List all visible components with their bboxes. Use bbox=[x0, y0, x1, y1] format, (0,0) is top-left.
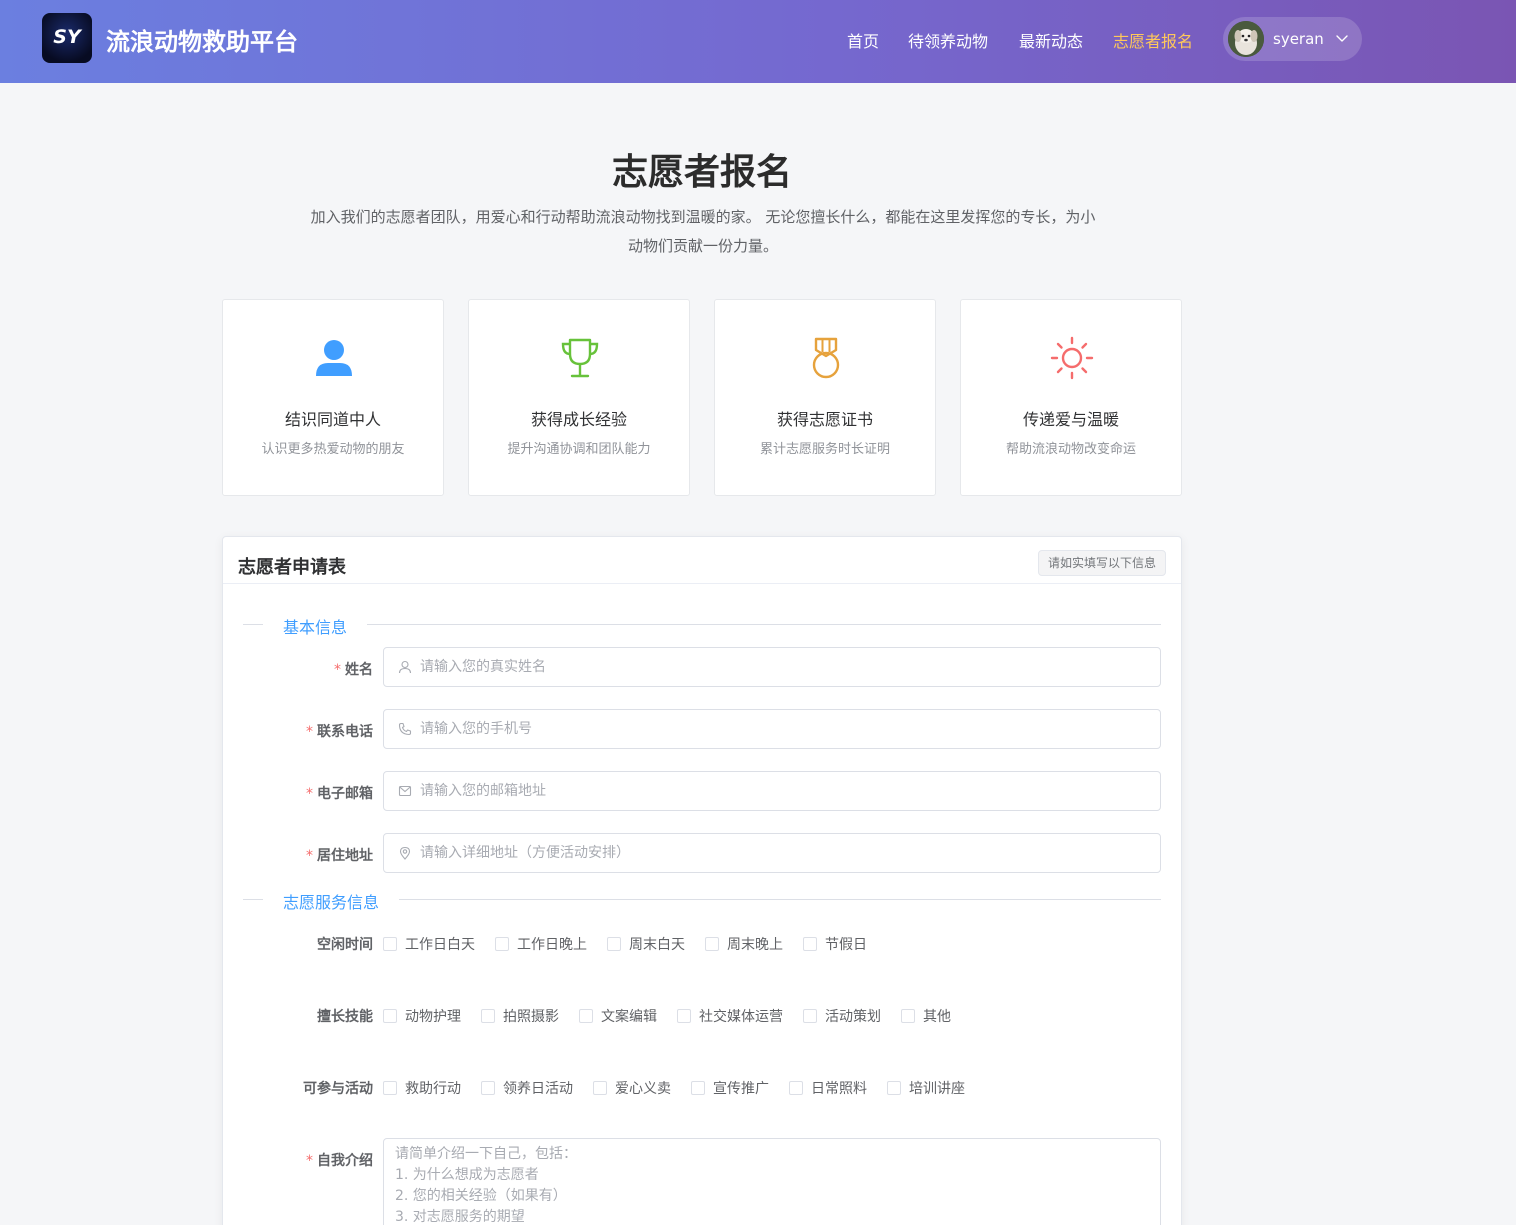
free-time-option[interactable]: 周末晚上 bbox=[705, 934, 783, 954]
sunny-icon bbox=[1050, 336, 1094, 380]
feature-desc: 提升沟通协调和团队能力 bbox=[507, 442, 651, 457]
activity-option[interactable]: 救助行动 bbox=[383, 1078, 461, 1098]
free-time-option[interactable]: 周末白天 bbox=[607, 934, 685, 954]
logo[interactable]: SY bbox=[42, 13, 92, 63]
self-intro-field[interactable] bbox=[383, 1138, 1161, 1225]
self-intro-textarea[interactable] bbox=[384, 1139, 1160, 1225]
email-field[interactable] bbox=[383, 771, 1161, 811]
skill-option[interactable]: 文案编辑 bbox=[579, 1006, 657, 1026]
skills-checkbox-group: 动物护理 拍照摄影 文案编辑 社交媒体运营 活动策划 其他 bbox=[383, 1006, 971, 1026]
section-title: 志愿服务信息 bbox=[283, 893, 380, 912]
activity-option[interactable]: 培训讲座 bbox=[887, 1078, 965, 1098]
user-menu[interactable]: syeran bbox=[1223, 17, 1362, 61]
feature-card-growth: 获得成长经验 提升沟通协调和团队能力 bbox=[468, 299, 690, 496]
activity-option[interactable]: 领养日活动 bbox=[481, 1078, 573, 1098]
nav-home[interactable]: 首页 bbox=[847, 28, 879, 52]
skill-option[interactable]: 社交媒体运营 bbox=[677, 1006, 783, 1026]
free-time-option[interactable]: 工作日白天 bbox=[383, 934, 475, 954]
divider bbox=[223, 583, 1181, 584]
user-icon bbox=[316, 340, 352, 376]
volunteer-application-form: 志愿者申请表 请如实填写以下信息 基本信息 *姓名 *联系电话 *电子邮箱 *居… bbox=[222, 536, 1182, 1225]
name-field[interactable] bbox=[383, 647, 1161, 687]
avatar bbox=[1228, 21, 1264, 57]
free-time-checkbox-group: 工作日白天 工作日晚上 周末白天 周末晚上 节假日 bbox=[383, 934, 887, 954]
email-label: * 电子邮箱 bbox=[306, 786, 373, 802]
activities-checkbox-group: 救助行动 领养日活动 爱心义卖 宣传推广 日常照料 培训讲座 bbox=[383, 1078, 985, 1098]
top-navbar: SY 流浪动物救助平台 首页 待领养动物 最新动态 志愿者报名 syeran bbox=[0, 0, 1516, 83]
feature-title: 获得志愿证书 bbox=[776, 410, 873, 429]
username: syeran bbox=[1273, 30, 1324, 48]
phone-label: * 联系电话 bbox=[306, 724, 373, 740]
message-icon bbox=[398, 785, 412, 797]
email-input[interactable] bbox=[420, 772, 1150, 810]
feature-title: 获得成长经验 bbox=[530, 410, 627, 429]
free-time-label: 空闲时间 bbox=[317, 937, 373, 953]
free-time-option[interactable]: 工作日晚上 bbox=[495, 934, 587, 954]
skills-label: 擅长技能 bbox=[317, 1009, 373, 1025]
skill-option[interactable]: 拍照摄影 bbox=[481, 1006, 559, 1026]
nav-volunteer-signup[interactable]: 志愿者报名 bbox=[1113, 28, 1193, 52]
page-intro: 加入我们的志愿者团队，用爱心和行动帮助流浪动物找到温暖的家。 无论您擅长什么，都… bbox=[310, 208, 1096, 255]
trophy-icon bbox=[561, 338, 599, 378]
form-hint-tag: 请如实填写以下信息 bbox=[1038, 550, 1166, 576]
feature-card-meet-people: 结识同道中人 认识更多热爱动物的朋友 bbox=[222, 299, 444, 496]
medal-icon bbox=[812, 337, 840, 379]
skill-option[interactable]: 活动策划 bbox=[803, 1006, 881, 1026]
phone-input[interactable] bbox=[420, 710, 1150, 748]
brand-title[interactable]: 流浪动物救助平台 bbox=[106, 22, 298, 57]
feature-desc: 帮助流浪动物改变命运 bbox=[1005, 442, 1136, 457]
activity-option[interactable]: 日常照料 bbox=[789, 1078, 867, 1098]
free-time-option[interactable]: 节假日 bbox=[803, 934, 867, 954]
address-label: * 居住地址 bbox=[306, 848, 373, 864]
section-basic-info: 基本信息 bbox=[243, 614, 1161, 637]
activity-option[interactable]: 爱心义卖 bbox=[593, 1078, 671, 1098]
address-field[interactable] bbox=[383, 833, 1161, 873]
phone-icon bbox=[398, 722, 412, 736]
feature-desc: 认识更多热爱动物的朋友 bbox=[261, 442, 405, 457]
section-service-info: 志愿服务信息 bbox=[243, 889, 1161, 912]
user-icon bbox=[398, 660, 412, 674]
activities-label: 可参与活动 bbox=[303, 1081, 373, 1097]
feature-title: 传递爱与温暖 bbox=[1022, 410, 1119, 429]
nav-latest-news[interactable]: 最新动态 bbox=[1019, 28, 1083, 52]
skill-option[interactable]: 其他 bbox=[901, 1006, 951, 1026]
feature-desc: 累计志愿服务时长证明 bbox=[759, 442, 890, 457]
name-input[interactable] bbox=[420, 648, 1150, 686]
page-title: 志愿者报名 bbox=[611, 152, 792, 193]
address-input[interactable] bbox=[420, 834, 1150, 872]
location-icon bbox=[399, 846, 411, 860]
chevron-down-icon bbox=[1336, 35, 1348, 42]
feature-card-love: 传递爱与温暖 帮助流浪动物改变命运 bbox=[960, 299, 1182, 496]
feature-title: 结识同道中人 bbox=[284, 410, 381, 429]
self-intro-label: * 自我介绍 bbox=[306, 1153, 373, 1169]
form-title: 志愿者申请表 bbox=[238, 557, 346, 578]
phone-field[interactable] bbox=[383, 709, 1161, 749]
section-title: 基本信息 bbox=[283, 618, 348, 637]
name-label: * 姓名 bbox=[334, 662, 373, 678]
logo-text: SY bbox=[53, 26, 81, 48]
nav-adoptable-animals[interactable]: 待领养动物 bbox=[908, 28, 988, 52]
feature-card-certificate: 获得志愿证书 累计志愿服务时长证明 bbox=[714, 299, 936, 496]
skill-option[interactable]: 动物护理 bbox=[383, 1006, 461, 1026]
activity-option[interactable]: 宣传推广 bbox=[691, 1078, 769, 1098]
